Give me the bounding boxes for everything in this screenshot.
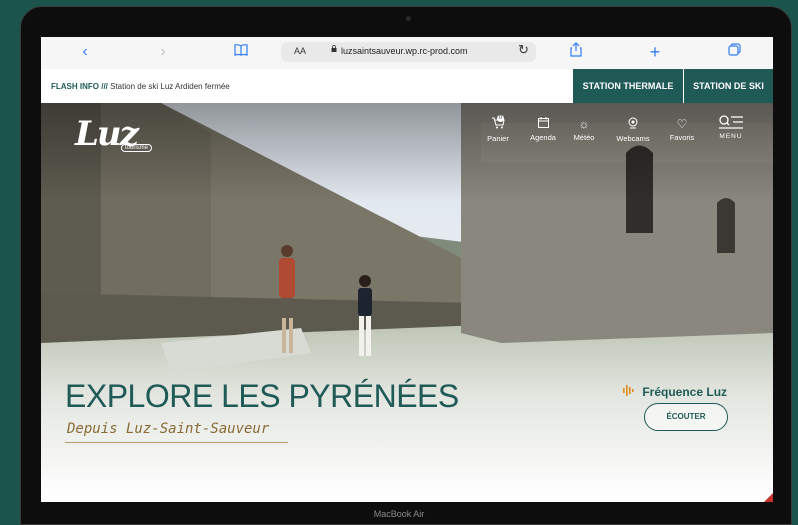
nav-label-webcams: Webcams xyxy=(616,134,650,143)
flash-info[interactable]: FLASH INFO /// Station de ski Luz Ardide… xyxy=(51,82,230,91)
nav-favoris[interactable]: ♡ Favoris xyxy=(665,117,699,142)
listen-button[interactable]: ÉCOUTER xyxy=(644,403,728,431)
forward-icon[interactable]: › xyxy=(152,42,174,62)
url-text[interactable]: luzsaintsauveur.wp.rc-prod.com xyxy=(341,46,468,56)
menu-button[interactable]: MENU xyxy=(719,115,743,140)
reload-icon[interactable]: ↻ xyxy=(518,42,529,58)
sun-icon: ☼ xyxy=(578,117,590,131)
nav-label-favoris: Favoris xyxy=(669,133,695,142)
browser-screen: ‹ › AA luzsaintsauveur.wp.rc-prod.com ↻ … xyxy=(41,37,773,502)
logo-tagline: tourisme xyxy=(121,144,153,152)
hero-photo xyxy=(41,103,773,497)
menu-label: MENU xyxy=(719,133,743,140)
lock-icon xyxy=(331,45,337,52)
nav-panier[interactable]: 0 Panier xyxy=(483,115,513,143)
nav-meteo[interactable]: ☼ Météo xyxy=(569,117,599,142)
nav-label-meteo: Météo xyxy=(573,133,595,142)
heart-icon: ♡ xyxy=(676,117,688,131)
hero-subline: Depuis Luz-Saint-Sauveur xyxy=(67,421,270,437)
flash-message[interactable]: Station de ski Luz Ardiden fermée xyxy=(110,82,230,91)
browser-toolbar: ‹ › AA luzsaintsauveur.wp.rc-prod.com ↻ … xyxy=(41,37,773,70)
nav-label-agenda: Agenda xyxy=(530,133,556,142)
nav-webcams[interactable]: Webcams xyxy=(613,117,653,143)
share-icon[interactable] xyxy=(565,42,587,63)
hero-headline: EXPLORE LES PYRÉNÉES xyxy=(65,378,459,414)
calendar-icon xyxy=(525,117,561,131)
station-ski-button[interactable]: STATION DE SKI xyxy=(684,69,773,103)
corner-marker xyxy=(764,493,773,502)
device-label: MacBook Air xyxy=(373,509,425,519)
laptop-frame: ‹ › AA luzsaintsauveur.wp.rc-prod.com ↻ … xyxy=(20,6,792,525)
radio-title-text: Fréquence Luz xyxy=(642,385,728,399)
reader-aa-button[interactable]: AA xyxy=(294,46,306,56)
subline-underline xyxy=(65,442,288,443)
new-tab-icon[interactable]: + xyxy=(644,42,666,62)
back-icon[interactable]: ‹ xyxy=(74,42,96,62)
cart-badge: 0 xyxy=(497,115,504,122)
tabs-icon[interactable] xyxy=(723,42,745,62)
audio-bars-icon xyxy=(623,385,638,399)
menu-search-icon xyxy=(719,115,743,133)
flash-title: FLASH INFO /// xyxy=(51,82,108,91)
bookmarks-icon[interactable] xyxy=(230,42,252,62)
webcam-icon xyxy=(613,117,653,132)
radio-title: Fréquence Luz xyxy=(623,385,727,399)
nav-label-panier: Panier xyxy=(487,134,509,143)
nav-agenda[interactable]: Agenda xyxy=(525,117,561,142)
hero-banner: Luz tourisme 0 Panier Agenda ☼ Météo Web… xyxy=(41,103,773,497)
camera xyxy=(406,16,411,21)
station-thermale-button[interactable]: STATION THERMALE xyxy=(573,69,683,103)
